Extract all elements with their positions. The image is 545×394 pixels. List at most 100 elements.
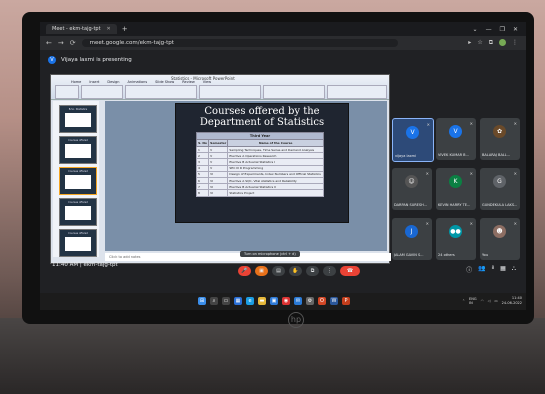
clock-date: 24-06-2022 [501, 301, 522, 305]
task-view-icon[interactable]: ▭ [222, 297, 230, 305]
tab-close-icon[interactable]: ✕ [107, 26, 111, 32]
powerpoint-icon[interactable]: P [342, 297, 350, 305]
more-options-button[interactable]: ⋮ [323, 266, 336, 276]
clock-time: 11:40 [511, 296, 522, 300]
participant-tile[interactable]: ●● 24 others ✕ [436, 218, 476, 260]
participant-tile[interactable]: G GUNDEKULA LAKS... ✕ [480, 168, 520, 210]
language-indicator[interactable]: ENG IN [469, 297, 477, 305]
chrome-icon[interactable]: ◉ [282, 297, 290, 305]
participant-tile[interactable]: V VIVEK KUMAR B... ✕ [436, 118, 476, 160]
thumbnail-body [65, 206, 91, 220]
participant-tile[interactable]: K KEVIN HARRY TE... ✕ [436, 168, 476, 210]
windows-taskbar: ⊞ ⌕ ▭ ▦ e ▬ ▣ ◉ ✉ ⚙ O W P ⌃ ENG IN ◠ ◁ ▭ 11:40 24-06… [40, 293, 526, 310]
profile-avatar[interactable] [499, 39, 506, 46]
file-explorer-icon[interactable]: ▬ [258, 297, 266, 305]
participant-avatar: ●● [449, 225, 462, 238]
maximize-button[interactable]: ❐ [500, 26, 505, 33]
muted-mic-icon: ✕ [513, 121, 517, 126]
chat-icon[interactable]: ▦ [500, 265, 506, 274]
extensions-icon[interactable]: ⧉ [489, 39, 493, 47]
back-icon[interactable]: ← [46, 39, 52, 47]
slide-thumbnail[interactable]: Courses offered [59, 229, 97, 257]
muted-mic-icon: ✕ [425, 171, 429, 176]
thumbnail-title: Courses offered [68, 232, 88, 235]
mic-off-button[interactable]: 🎤 [238, 266, 251, 276]
participant-count: 8 [491, 265, 495, 270]
muted-mic-icon: ✕ [513, 221, 517, 226]
thumbnail-body [65, 144, 91, 158]
participant-tile[interactable]: Vvijaya laxmi ✕ [392, 118, 434, 162]
volume-icon[interactable]: ◁ [488, 299, 491, 303]
reload-icon[interactable]: ⟳ [70, 39, 76, 47]
camera-off-button[interactable]: ▣ [255, 266, 268, 276]
slide-thumbnail[interactable]: B.Sc. Statistics [59, 105, 97, 133]
minimize-button[interactable]: — [486, 26, 492, 33]
presenting-text: Vijaya laxmi is presenting [61, 57, 132, 63]
clock[interactable]: 11:40 24-06-2022 [502, 296, 522, 306]
table-caption: Third Year [196, 132, 324, 140]
table-header: Name of the Course [227, 139, 324, 147]
ribbon-tab[interactable]: Slide Show [155, 80, 174, 84]
new-tab-button[interactable]: + [122, 25, 128, 33]
ribbon-tab[interactable]: Home [71, 80, 81, 84]
mic-tooltip: Turn on microphone (ctrl + d) [240, 251, 300, 257]
browser-tab-meet[interactable]: Meet - ekm-tajg-tpt ✕ [46, 24, 117, 34]
activities-icon[interactable]: ⛬ [512, 265, 516, 274]
ribbon-tab[interactable]: Review [182, 80, 195, 84]
tray-chevron-icon[interactable]: ⌃ [462, 299, 465, 303]
ppt-ribbon-tabs: Home Insert Design Animations Slide Show Revi… [71, 80, 211, 84]
laptop-keyboard-deck [0, 318, 545, 394]
end-call-button[interactable]: ☎ [340, 266, 360, 276]
ribbon-tab[interactable]: Animations [127, 80, 147, 84]
captions-button[interactable]: ▤ [272, 266, 285, 276]
widgets-icon[interactable]: ▦ [234, 297, 242, 305]
url-field[interactable]: meet.google.com/ekm-tajg-tpt [81, 39, 398, 47]
ppt-editing-group [327, 85, 387, 99]
raise-hand-button[interactable]: ✋ [289, 266, 302, 276]
muted-mic-icon: ✕ [469, 221, 473, 226]
participant-tile[interactable]: J JALAM GAVIN S... ✕ [392, 218, 432, 260]
ppt-clipboard-group [55, 85, 79, 99]
slide-thumbnail[interactable]: Courses offered [59, 167, 97, 195]
ribbon-tab[interactable]: Insert [89, 80, 99, 84]
search-icon[interactable]: ⌕ [210, 297, 218, 305]
participant-avatar: V [406, 126, 419, 139]
slide-thumbnail[interactable]: Courses offered [59, 198, 97, 226]
mail-icon[interactable]: ✉ [294, 297, 302, 305]
table-cell: 8 [195, 189, 210, 197]
hp-logo: hp [288, 312, 304, 328]
ppt-slides-group [81, 85, 123, 99]
ribbon-tab[interactable]: Design [107, 80, 119, 84]
thumbnail-body [65, 113, 91, 127]
slide-thumbnail[interactable]: Courses offered [59, 136, 97, 164]
presenter-avatar: V [48, 56, 56, 64]
thumbnail-title: Courses offered [68, 170, 88, 173]
thumbnail-title: Courses offered [68, 201, 88, 204]
participant-tile[interactable]: ☺ DARPAN SURESH... ✕ [392, 168, 432, 210]
participant-tile[interactable]: ☻ You ✕ [480, 218, 520, 260]
browser-menu-icon[interactable]: ⋮ [512, 39, 518, 47]
office-icon[interactable]: O [318, 297, 326, 305]
participant-tile[interactable]: ✿ BALARAJ BALL... ✕ [480, 118, 520, 160]
windows-start-icon[interactable]: ⊞ [198, 297, 206, 305]
window-controls: ⌄ — ❐ ✕ [473, 26, 526, 33]
people-icon[interactable]: 👥 [478, 265, 485, 274]
store-icon[interactable]: ▣ [270, 297, 278, 305]
present-button[interactable]: ⧉ [306, 266, 319, 276]
camera-permission-icon[interactable]: ▸ [468, 39, 471, 47]
settings-icon[interactable]: ⚙ [306, 297, 314, 305]
current-slide: Courses offered by the Department of Sta… [175, 103, 349, 223]
battery-icon[interactable]: ▭ [494, 299, 497, 303]
close-window-button[interactable]: ✕ [513, 26, 518, 33]
bookmark-star-icon[interactable]: ☆ [477, 39, 482, 47]
wifi-icon[interactable]: ◠ [481, 299, 484, 303]
tab-search-icon[interactable]: ⌄ [473, 26, 478, 33]
edge-icon[interactable]: e [246, 297, 254, 305]
meet-side-controls: ⓘ 👥 8 ▦ ⛬ [466, 265, 516, 274]
forward-icon[interactable]: → [58, 39, 64, 47]
ribbon-tab[interactable]: View [203, 80, 211, 84]
thumbnail-body [65, 175, 91, 189]
word-icon[interactable]: W [330, 297, 338, 305]
courses-table: Third Year S. No Semester Name of the Co… [195, 132, 324, 197]
info-icon[interactable]: ⓘ [466, 265, 472, 274]
